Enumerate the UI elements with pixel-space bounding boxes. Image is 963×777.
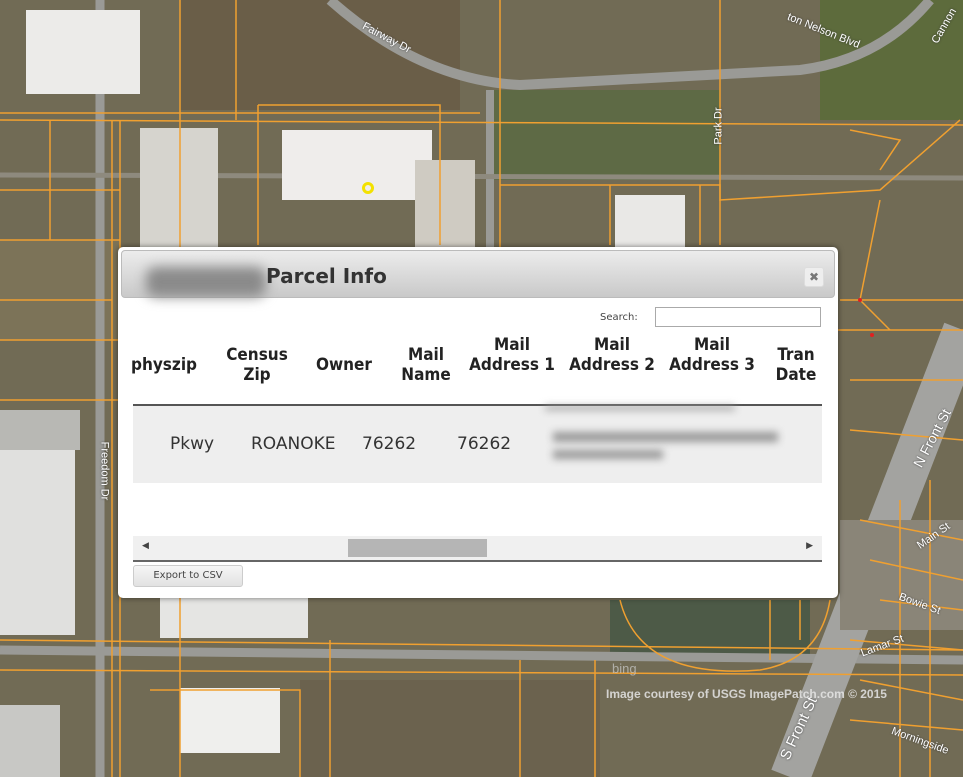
column-header-census-zip[interactable]: Census Zip [215,345,299,385]
cell-physzip: Pkwy [170,434,215,454]
redacted-cell [545,406,735,410]
scrollbar-thumb[interactable] [348,539,487,557]
scroll-left-arrow-icon[interactable]: ◀ [142,541,149,551]
search-label: Search: [600,312,638,323]
column-header-mail-address-3[interactable]: Mail Address 3 [664,335,760,375]
dialog-title: Parcel Info [266,264,387,288]
cell-census-zip: ROANOKE [251,434,336,454]
column-header-mail-name[interactable]: Mail Name [390,345,462,385]
scroll-right-arrow-icon[interactable]: ▶ [806,541,813,551]
road-label-park: Park Dr [712,107,725,145]
export-csv-button[interactable]: Export to CSV [133,565,243,587]
redacted-cell [553,432,778,442]
table-row: Pkwy ROANOKE 76262 76262 [133,406,822,483]
parcel-info-dialog: Parcel Info ✖ Search: physzip Census Zip… [118,247,838,598]
redacted-cell [553,450,663,459]
horizontal-scrollbar[interactable]: ◀ ▶ [133,536,822,562]
column-header-tran-date[interactable]: Tran Date [770,345,822,385]
column-header-physzip[interactable]: physzip [118,355,210,375]
search-input[interactable] [655,307,821,327]
road-label-freedom: Freedom Dr [98,441,111,501]
location-marker-icon[interactable] [362,182,374,194]
cell-mail-name: 76262 [457,434,512,454]
column-header-owner[interactable]: Owner [304,355,384,375]
dialog-header[interactable]: Parcel Info ✖ [121,250,835,298]
column-header-mail-address-2[interactable]: Mail Address 2 [564,335,660,375]
map-attribution: Image courtesy of USGS ImagePatch.com © … [606,687,887,701]
redacted-title-prefix [146,267,266,297]
bing-logo: bing [612,661,637,676]
cell-owner: 76262 [362,434,417,454]
column-header-mail-address-1[interactable]: Mail Address 1 [464,335,560,375]
close-icon[interactable]: ✖ [804,267,824,287]
